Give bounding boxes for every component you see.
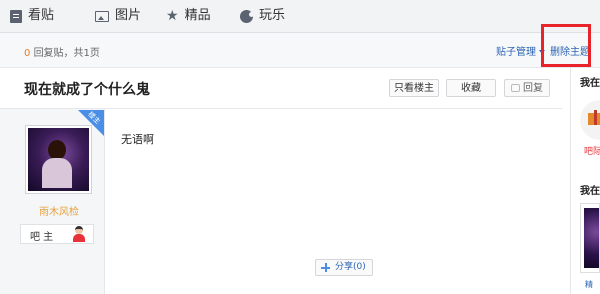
favorite-button[interactable]: 收藏 <box>446 79 496 97</box>
document-icon <box>10 9 22 23</box>
share-button[interactable]: 分享(0) <box>315 259 373 276</box>
author-username[interactable]: 雨木风检 <box>39 203 79 218</box>
role-label: 吧 主 <box>30 232 54 243</box>
thread-title: 现在就成了个什么鬼 <box>24 82 150 98</box>
reply-button[interactable]: 回复 <box>504 79 550 97</box>
gift-label[interactable]: 吧际 <box>584 144 600 157</box>
nav-tab-games[interactable]: 玩乐 <box>240 0 285 32</box>
sidebar-thumbnail[interactable] <box>580 203 600 273</box>
nav-tab-label: 图片 <box>115 8 142 23</box>
comment-icon <box>511 84 520 92</box>
avatar-image <box>28 128 89 191</box>
share-icon <box>321 263 330 272</box>
moderator-icon <box>72 226 86 242</box>
reply-count-number: 0 <box>24 48 31 59</box>
sidebar-heading: 我在 <box>580 186 600 197</box>
nav-tab-label: 玩乐 <box>259 8 286 23</box>
sidebar-heading: 我在 <box>580 78 600 89</box>
post-manage-dropdown[interactable]: 贴子管理 <box>496 43 545 58</box>
reply-count-suffix: 回复贴，共1页 <box>33 48 100 59</box>
share-label: 分享(0) <box>335 262 366 272</box>
picture-icon <box>95 10 109 22</box>
nav-tab-pictures[interactable]: 图片 <box>95 0 141 32</box>
post-content: 无语啊 <box>121 133 154 146</box>
sidebar-thumbnail-label[interactable]: 精 <box>585 279 593 290</box>
nav-tab-label: 精品 <box>184 8 211 23</box>
only-op-button[interactable]: 只看楼主 <box>389 79 439 97</box>
nav-tab-featured[interactable]: ★ 精品 <box>166 0 211 32</box>
nav-tab-posts[interactable]: 看贴 <box>10 0 54 32</box>
reply-count: 0 回复贴，共1页 <box>24 44 100 59</box>
top-nav: 看贴 图片 ★ 精品 玩乐 <box>0 0 600 33</box>
star-icon: ★ <box>166 7 179 24</box>
post-manage-label: 贴子管理 <box>496 47 536 58</box>
op-badge: 楼主 <box>78 110 104 136</box>
highlight-box <box>541 24 591 67</box>
reply-button-label: 回复 <box>523 83 543 94</box>
nav-tab-label: 看贴 <box>28 8 55 23</box>
game-icon <box>240 9 254 23</box>
